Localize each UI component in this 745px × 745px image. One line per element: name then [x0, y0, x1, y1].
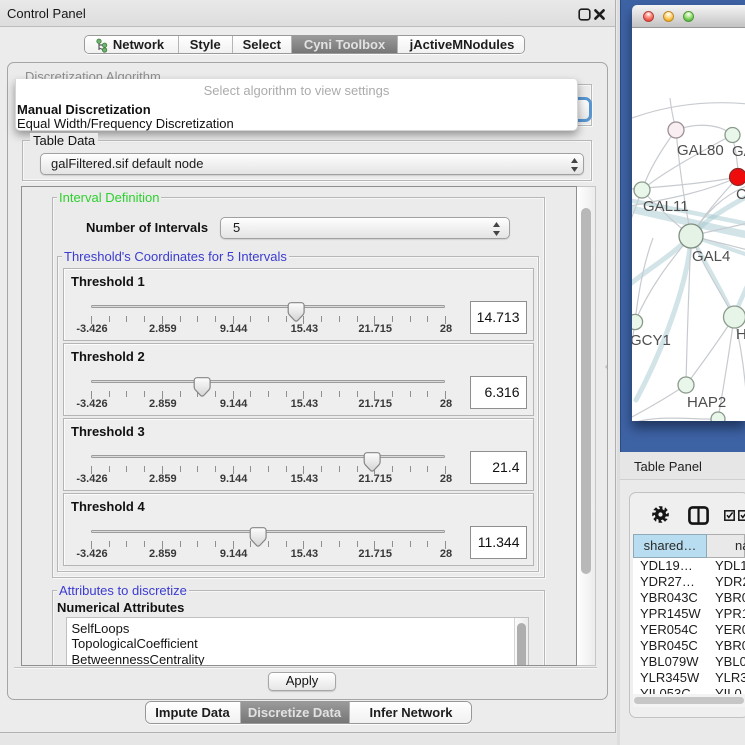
svg-text:GAL80: GAL80	[677, 142, 724, 159]
svg-text:GCY1: GCY1	[632, 332, 671, 349]
svg-text:GA: GA	[732, 143, 745, 160]
svg-text:GAL11: GAL11	[643, 198, 689, 215]
svg-text:H: H	[736, 326, 745, 343]
svg-text:HAP2: HAP2	[687, 394, 726, 411]
svg-text:C: C	[736, 186, 745, 203]
svg-text:GAL4: GAL4	[692, 248, 730, 265]
